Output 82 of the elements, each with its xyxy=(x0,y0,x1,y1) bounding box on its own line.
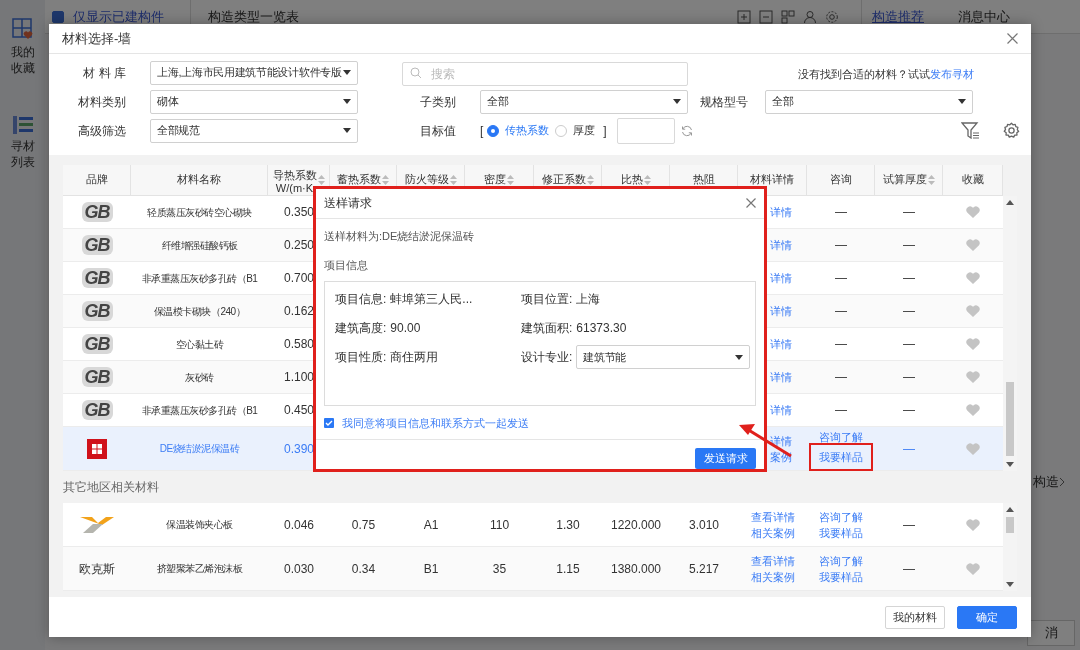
field-value: 61373.30 xyxy=(576,320,627,338)
table-cell-text: 非承重蒸压灰砂多孔砖（B1 xyxy=(141,271,258,286)
table-cell-text: 0.030 xyxy=(284,560,314,578)
field-label: 项目位置: xyxy=(521,291,573,309)
table-cell-text: 1.100 xyxy=(284,369,314,386)
table-cell-text: B1 xyxy=(423,560,439,578)
brand-logo: GB xyxy=(81,301,113,321)
filter-label: 规格型号 xyxy=(699,93,749,111)
field-label: 建筑面积: xyxy=(521,320,573,338)
table-cell-text: 非承重蒸压灰砂多孔砖（B1 xyxy=(141,403,258,418)
table-cell-text: 空心黏土砖 xyxy=(175,337,224,352)
table-cell-text: 保温模卡砌块（240） xyxy=(153,304,246,319)
filter-label: 材 料 库 xyxy=(82,64,127,82)
dialog-title: 材料选择-墙 xyxy=(62,29,132,48)
brand-logo: GB xyxy=(81,235,113,255)
column-unit: W/(m·K xyxy=(275,182,314,195)
table-cell-text: — xyxy=(835,204,847,221)
table-cell-text: 灰砂砖 xyxy=(185,370,214,385)
table-cell-text: 保温装饰夹心板 xyxy=(166,518,233,532)
table-cell-text: 1380.000 xyxy=(610,560,662,578)
brand-logo: GB xyxy=(81,400,113,420)
table-cell-text: — xyxy=(835,369,847,386)
table-cell-text: — xyxy=(903,204,915,221)
table-cell-text: — xyxy=(835,303,847,320)
brand-name: 欧克斯 xyxy=(79,560,115,578)
table-cell-text: — xyxy=(903,516,915,534)
table-cell-text: — xyxy=(835,237,847,254)
table-cell-text: 纤维增强硅酸钙板 xyxy=(161,238,238,253)
table-cell-text: 0.390 xyxy=(284,440,314,458)
table-cell-text: — xyxy=(903,336,915,353)
table-cell-text: — xyxy=(903,402,915,419)
table-cell-text: — xyxy=(903,560,915,578)
brand-logo: GB xyxy=(81,367,113,387)
brand-logo: GB xyxy=(81,334,113,354)
field-value: 上海 xyxy=(576,291,601,309)
table-cell-text: 35 xyxy=(492,560,507,578)
field-value: 90.00 xyxy=(390,320,421,338)
field-label: 设计专业: xyxy=(521,349,573,367)
hint-text: 没有找到合适的材料？试试发布寻材 xyxy=(798,67,974,80)
filter-label: 目标值 xyxy=(419,122,457,140)
filter-label: 高级筛选 xyxy=(77,122,127,140)
table-cell-text: 挤塑聚苯乙烯泡沫板 xyxy=(156,562,243,576)
table-cell-text: 3.010 xyxy=(689,516,719,534)
table-cell-text: — xyxy=(835,270,847,287)
filter-label: 材料类别 xyxy=(77,93,127,111)
table-cell-text: 轻质蒸压灰砂砖空心砌块 xyxy=(147,205,252,220)
table-cell-text: 0.34 xyxy=(351,560,376,578)
section-title: 其它地区相关材料 xyxy=(63,479,160,496)
field-label: 项目信息: xyxy=(335,291,387,309)
table-cell-text: DE烧结淤泥保温砖 xyxy=(159,442,240,456)
table-cell-text: A1 xyxy=(423,516,439,534)
table-cell-text: 0.75 xyxy=(351,516,376,534)
bracket: ] xyxy=(603,122,607,140)
table-cell-text: 5.217 xyxy=(689,560,719,578)
table-cell-text: — xyxy=(903,270,915,287)
table-cell-text: — xyxy=(903,369,915,386)
table-cell-text: — xyxy=(835,336,847,353)
table-cell-text: 0.250 xyxy=(284,237,314,254)
table-cell-text: 0.162 xyxy=(284,303,314,320)
field-value: 商住两用 xyxy=(390,349,439,367)
brand-logo: GB xyxy=(81,202,113,222)
table-cell-text: — xyxy=(835,402,847,419)
table-cell-text: 110 xyxy=(489,516,510,534)
bracket: [ xyxy=(480,122,484,140)
table-cell-text: — xyxy=(903,303,915,320)
section-title: 项目信息 xyxy=(323,258,369,274)
table-cell-text: 0.350 xyxy=(284,204,314,221)
field-label: 项目性质: xyxy=(335,349,387,367)
field-value: 蚌埠第三人民... xyxy=(390,291,473,309)
table-cell-text: — xyxy=(903,237,915,254)
table-cell-text: 0.046 xyxy=(284,516,314,534)
material-text: 送样材料为:DE烧结淤泥保温砖 xyxy=(323,228,476,244)
brand-logo: GB xyxy=(81,268,113,288)
table-cell-text: 1.15 xyxy=(556,560,580,578)
table-cell-text: 1220.000 xyxy=(610,516,662,534)
table-cell-text: 0.450 xyxy=(284,402,314,419)
field-label: 建筑高度: xyxy=(335,320,387,338)
table-cell-text: 0.700 xyxy=(284,270,314,287)
table-cell-text: 0.580 xyxy=(284,336,314,353)
dialog-title: 送样请求 xyxy=(324,195,372,213)
filter-label: 子类别 xyxy=(419,93,457,111)
table-cell-text: 1.30 xyxy=(556,516,580,534)
